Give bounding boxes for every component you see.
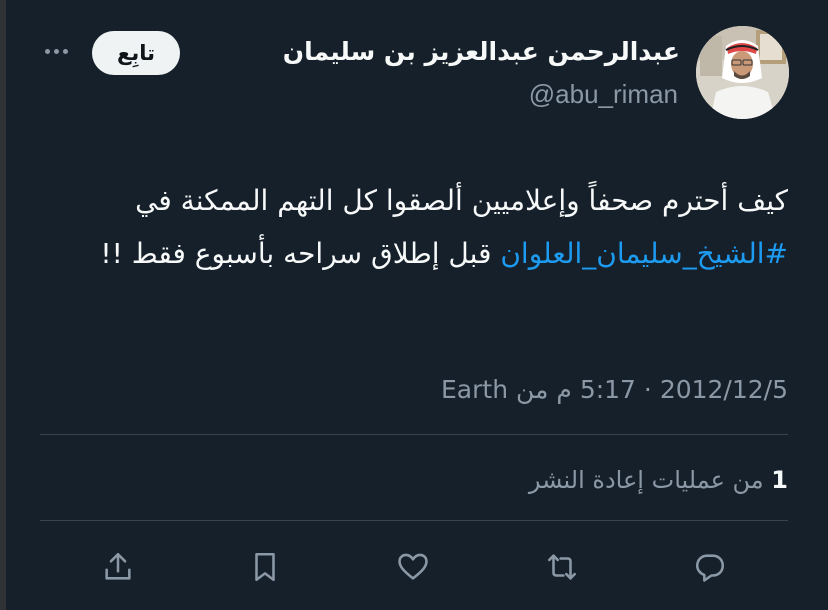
divider xyxy=(40,520,788,521)
source-prefix: من xyxy=(516,375,549,404)
tweet-text-part2: قبل إطلاق سراحه بأسبوع فقط !! xyxy=(100,237,501,270)
retweet-button[interactable] xyxy=(540,545,584,589)
reposts-count: 1 xyxy=(771,466,788,494)
reply-button[interactable] xyxy=(688,545,732,589)
share-button[interactable] xyxy=(96,545,140,589)
divider xyxy=(40,434,788,435)
avatar-photo xyxy=(696,26,789,119)
like-button[interactable] xyxy=(391,545,435,589)
display-name[interactable]: عبدالرحمن عبدالعزيز بن سليمان xyxy=(283,34,680,70)
more-dot xyxy=(53,48,59,54)
bookmark-icon xyxy=(255,552,275,582)
meta-separator: · xyxy=(643,375,652,404)
follow-button[interactable]: تابِع xyxy=(92,31,180,75)
tweet-source[interactable]: Earth xyxy=(441,375,508,404)
more-options-button[interactable] xyxy=(38,38,74,64)
more-horizontal-icon xyxy=(44,48,50,54)
heart-icon xyxy=(398,553,428,580)
reposts-stat[interactable]: 1 من عمليات إعادة النشر xyxy=(529,460,788,500)
reposts-label: من عمليات إعادة النشر xyxy=(528,466,764,494)
bookmark-button[interactable] xyxy=(243,545,287,589)
tweet-text: كيف أحترم صحفاً وإعلاميين ألصقوا كل الته… xyxy=(28,174,788,280)
tweet-date[interactable]: 2012/12/5 xyxy=(660,375,788,404)
hashtag-link[interactable]: #الشيخ_سليمان_العلوان xyxy=(500,237,788,270)
more-dot xyxy=(62,48,68,54)
tweet-meta: 2012/12/5 · 5:17 م من Earth xyxy=(441,370,788,410)
avatar[interactable] xyxy=(696,26,789,119)
left-border-rule xyxy=(0,0,6,610)
retweet-icon xyxy=(547,554,577,580)
tweet-time[interactable]: 5:17 م xyxy=(556,375,636,404)
user-handle[interactable]: @abu_riman xyxy=(529,76,678,112)
share-icon xyxy=(105,552,131,580)
reply-icon xyxy=(695,554,725,582)
tweet-text-part1: كيف أحترم صحفاً وإعلاميين ألصقوا كل الته… xyxy=(135,184,788,217)
